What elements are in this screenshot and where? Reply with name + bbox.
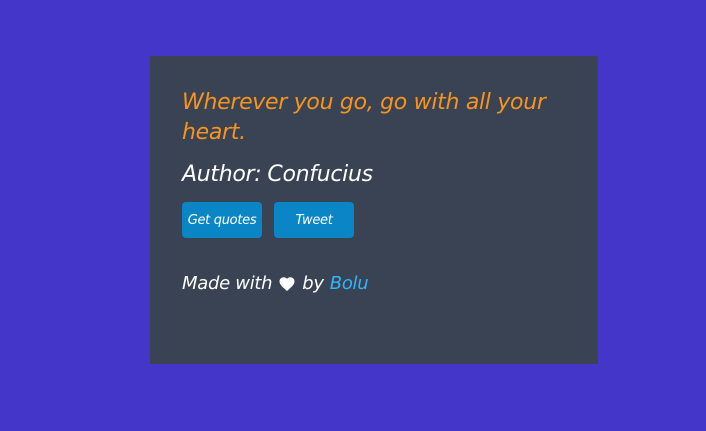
heart-icon	[278, 275, 296, 293]
quote-card: Wherever you go, go with all your heart.…	[150, 56, 598, 364]
quote-text: Wherever you go, go with all your heart.	[182, 90, 546, 145]
footer: Made with by Bolu	[182, 272, 566, 296]
get-quotes-button[interactable]: Get quotes	[182, 202, 262, 238]
tweet-button[interactable]: Tweet	[274, 202, 354, 238]
author-link[interactable]: Bolu	[330, 272, 369, 296]
by-text: by	[302, 273, 324, 294]
author-name: Confucius	[267, 162, 373, 187]
author-line: Author: Confucius	[182, 160, 566, 190]
made-with-text: Made with	[182, 273, 273, 294]
button-row: Get quotes Tweet	[182, 202, 566, 238]
author-prefix: Author:	[182, 162, 262, 187]
